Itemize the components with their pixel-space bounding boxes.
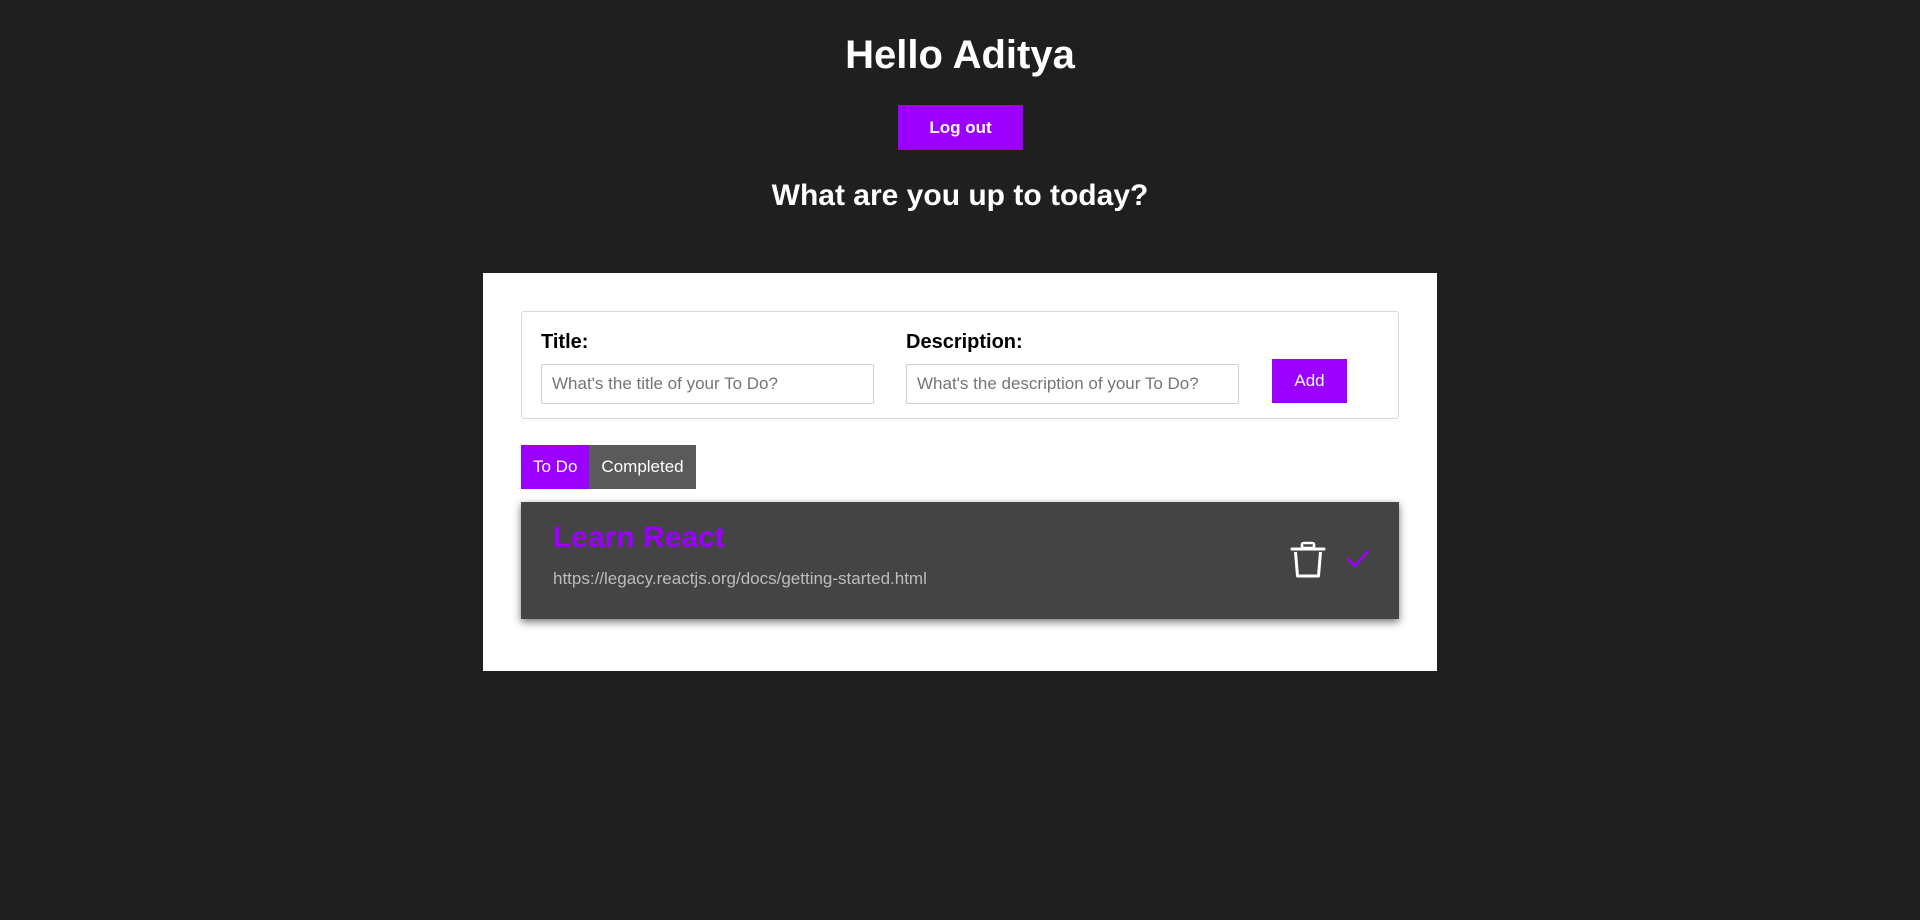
delete-button[interactable] — [1288, 539, 1328, 579]
todo-card: Title: Description: Add To Do Completed … — [483, 273, 1437, 671]
logout-button[interactable]: Log out — [898, 105, 1023, 150]
todo-form: Title: Description: Add — [521, 311, 1399, 419]
check-icon — [1346, 549, 1370, 568]
title-label: Title: — [541, 331, 589, 353]
todo-title: Learn React — [553, 521, 725, 554]
tab-completed[interactable]: Completed — [589, 445, 696, 489]
page: Hello Aditya Log out What are you up to … — [0, 0, 1920, 920]
add-button[interactable]: Add — [1272, 359, 1347, 403]
page-subheading: What are you up to today? — [771, 179, 1149, 212]
trash-icon — [1290, 541, 1326, 578]
greeting-heading: Hello Aditya — [845, 33, 1075, 77]
tab-todo[interactable]: To Do — [521, 445, 590, 489]
description-input[interactable] — [906, 364, 1239, 404]
description-label: Description: — [906, 331, 1023, 353]
todo-description: https://legacy.reactjs.org/docs/getting-… — [553, 569, 927, 588]
title-input[interactable] — [541, 364, 874, 404]
tab-bar: To Do Completed — [521, 445, 696, 489]
todo-list-item: Learn React https://legacy.reactjs.org/d… — [521, 502, 1399, 619]
complete-button[interactable] — [1344, 545, 1372, 573]
